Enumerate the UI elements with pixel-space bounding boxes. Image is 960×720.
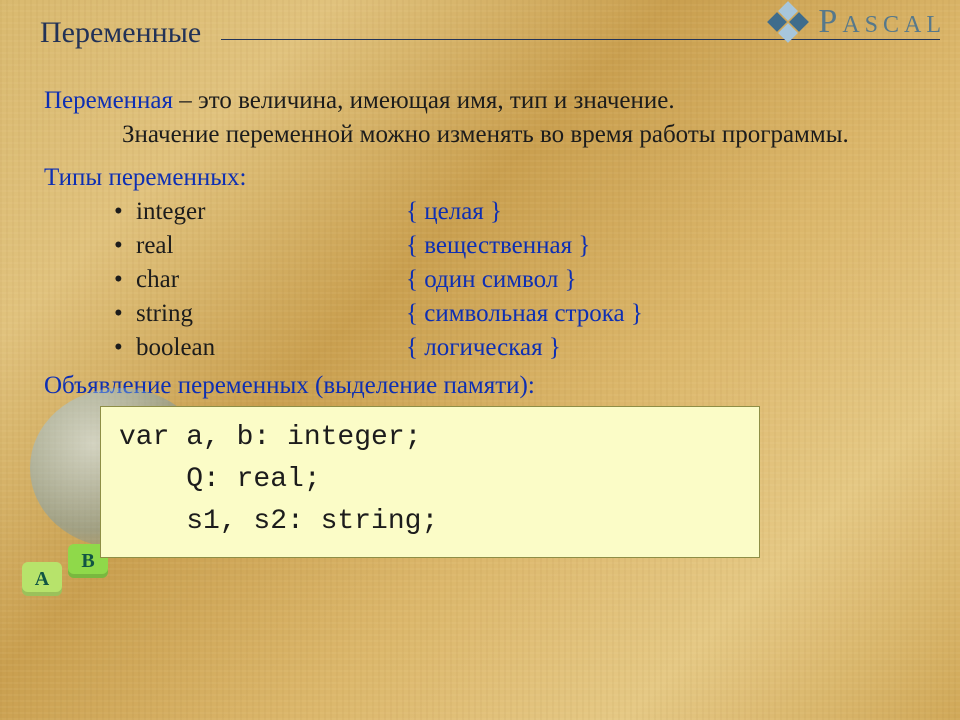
bullet-icon: •: [114, 334, 136, 362]
list-item: • real { вещественная }: [114, 232, 916, 260]
code-line: Q: real;: [119, 464, 321, 495]
type-name: integer: [136, 198, 406, 226]
definition-line2: Значение переменной можно изменять во вр…: [44, 118, 916, 152]
declaration-heading: Объявление переменных (выделение памяти)…: [44, 372, 916, 400]
code-line: s1, s2: string;: [119, 506, 438, 537]
code-line: var a, b: integer;: [119, 422, 421, 453]
list-item: • string { символьная строка }: [114, 300, 916, 328]
bullet-icon: •: [114, 198, 136, 226]
bullet-icon: •: [114, 300, 136, 328]
type-desc: { целая }: [406, 198, 502, 226]
type-desc: { один символ }: [406, 266, 577, 294]
bullet-icon: •: [114, 266, 136, 294]
globe-letter-a: A: [22, 562, 62, 596]
definition-paragraph: Переменная – это величина, имеющая имя, …: [44, 84, 916, 152]
code-example: var a, b: integer; Q: real; s1, s2: stri…: [100, 406, 760, 558]
definition-line1: – это величина, имеющая имя, тип и значе…: [173, 87, 675, 114]
type-desc: { символьная строка }: [406, 300, 643, 328]
pascal-logo: Pascal: [766, 0, 946, 44]
logo-text: Pascal: [818, 3, 946, 41]
logo-diamond-icon: [766, 0, 810, 44]
term-variable: Переменная: [44, 87, 173, 114]
slide-header: Переменные Pascal: [0, 0, 960, 56]
list-item: • boolean { логическая }: [114, 334, 916, 362]
type-desc: { логическая }: [406, 334, 561, 362]
slide-body: Переменная – это величина, имеющая имя, …: [0, 56, 960, 558]
type-name: real: [136, 232, 406, 260]
type-name: string: [136, 300, 406, 328]
slide-title: Переменные: [40, 16, 201, 50]
types-heading: Типы переменных:: [44, 164, 916, 192]
list-item: • char { один символ }: [114, 266, 916, 294]
types-list: • integer { целая } • real { вещественна…: [44, 198, 916, 362]
type-name: char: [136, 266, 406, 294]
type-name: boolean: [136, 334, 406, 362]
bullet-icon: •: [114, 232, 136, 260]
type-desc: { вещественная }: [406, 232, 590, 260]
list-item: • integer { целая }: [114, 198, 916, 226]
